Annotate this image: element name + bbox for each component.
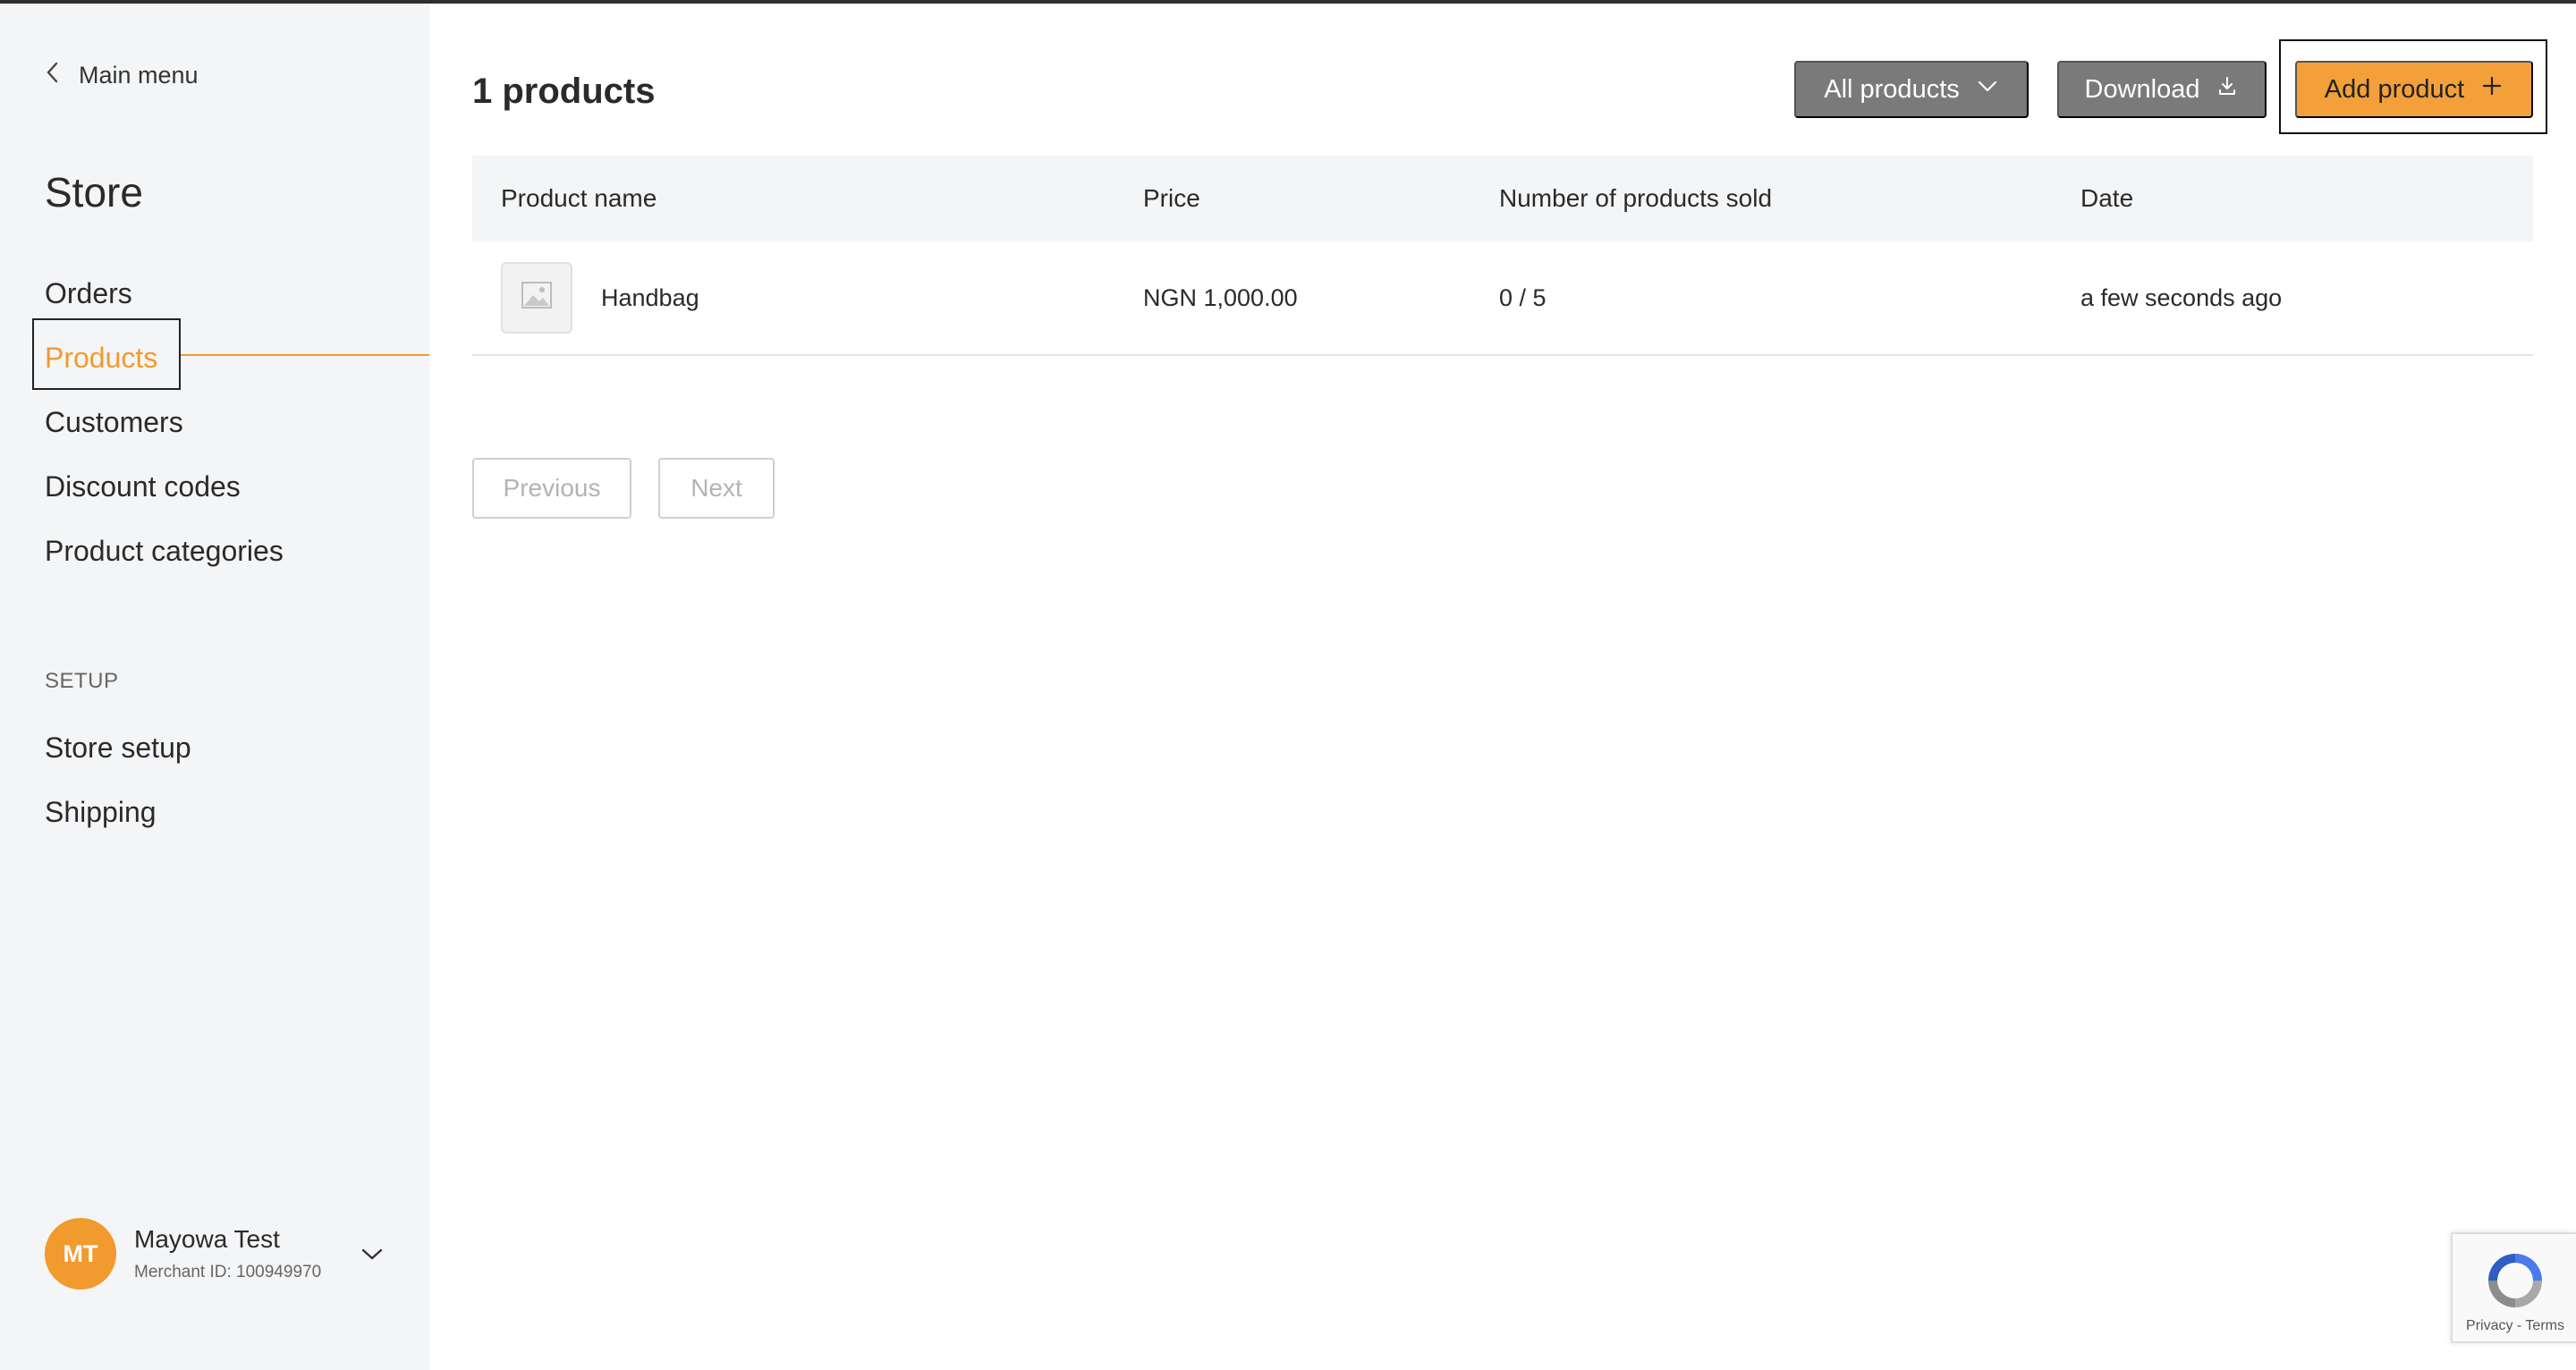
sidebar-item-shipping[interactable]: Shipping [45,791,191,855]
main-content: 1 products All products Download Add pro… [429,4,2576,1370]
recaptcha-icon [2481,1247,2549,1315]
column-header-date: Date [2080,184,2134,212]
sidebar-item-discount-codes[interactable]: Discount codes [45,465,284,529]
product-name: Handbag [601,283,699,311]
merchant-id: Merchant ID: 100949970 [134,1263,322,1281]
chevron-down-icon [1976,74,1999,105]
product-price: NGN 1,000.00 [1143,283,1298,311]
sidebar-item-customers[interactable]: Customers [45,401,284,465]
sidebar-item-products[interactable]: Products [45,336,284,401]
page-title: 1 products [472,72,656,111]
main-menu-link[interactable]: Main menu [45,61,199,90]
product-date: a few seconds ago [2080,283,2283,311]
setup-nav: Store setup Shipping [45,726,191,855]
section-title: Store [45,169,143,216]
all-products-filter[interactable]: All products [1794,61,2029,118]
sidebar-item-store-setup[interactable]: Store setup [45,726,191,791]
product-sold-count: 0 / 5 [1499,283,1546,311]
plus-icon [2480,74,2504,105]
column-header-product-name: Product name [501,184,657,212]
download-button[interactable]: Download [2057,61,2267,118]
download-icon [2216,74,2239,105]
product-thumbnail [501,262,572,334]
filter-label: All products [1824,74,1960,104]
avatar: MT [45,1218,116,1290]
column-header-price: Price [1143,184,1200,212]
products-table: Product name Price Number of products so… [472,156,2533,356]
active-item-indicator [181,354,429,356]
user-name: Mayowa Test [134,1225,280,1253]
user-profile[interactable]: MT Mayowa Test Merchant ID: 100949970 [45,1218,402,1290]
user-info: Mayowa Test Merchant ID: 100949970 [134,1225,321,1282]
main-menu-label: Main menu [79,62,199,89]
add-product-button[interactable]: Add product [2295,61,2533,118]
image-placeholder-icon [520,278,554,318]
sidebar-item-product-categories[interactable]: Product categories [45,529,284,594]
recaptcha-privacy-terms[interactable]: Privacy - Terms [2453,1318,2576,1334]
chevron-down-icon[interactable] [360,1243,385,1264]
sidebar-item-orders[interactable]: Orders [45,272,284,336]
setup-section-label: SETUP [45,669,119,693]
table-row[interactable]: Handbag NGN 1,000.00 0 / 5 a few seconds… [472,241,2533,356]
store-nav: Orders Products Customers Discount codes… [45,272,284,594]
product-name-cell: Handbag [472,262,1143,334]
next-page-button[interactable]: Next [658,458,775,519]
chevron-left-icon [45,61,59,90]
table-header: Product name Price Number of products so… [472,156,2533,241]
column-header-products-sold: Number of products sold [1499,184,1773,212]
recaptcha-badge[interactable]: Privacy - Terms [2451,1232,2576,1343]
app-root: Main menu Store Orders Products Customer… [0,4,2576,1370]
sidebar: Main menu Store Orders Products Customer… [0,4,429,1370]
download-label: Download [2084,74,2200,104]
add-product-label: Add product [2324,74,2465,104]
previous-page-button[interactable]: Previous [472,458,631,519]
